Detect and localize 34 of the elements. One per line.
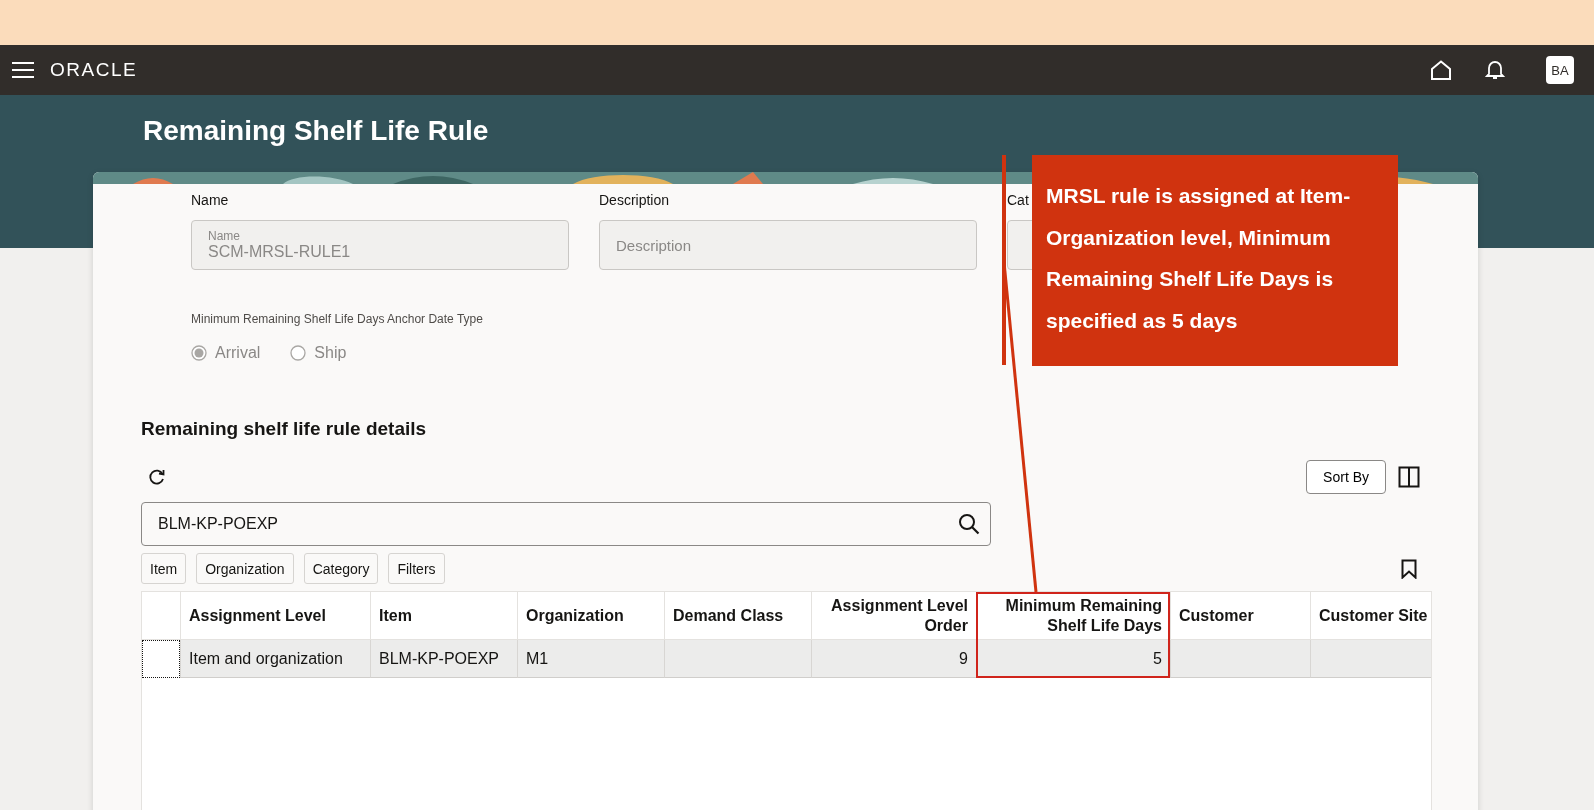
table-cell: 9 xyxy=(811,640,976,678)
filter-chip[interactable]: Filters xyxy=(388,553,445,584)
column-header[interactable]: Customer xyxy=(1170,592,1310,640)
filter-chip[interactable]: Category xyxy=(303,553,379,584)
oracle-logo[interactable]: ORACLE xyxy=(50,59,138,81)
field-label: Name xyxy=(191,192,230,208)
column-header[interactable]: Assignment Level Order xyxy=(811,592,976,640)
table-cell: BLM-KP-POEXP xyxy=(370,640,517,678)
table-cell: Item and organization xyxy=(180,640,370,678)
bookmark-icon[interactable] xyxy=(1401,558,1417,579)
column-header[interactable]: Item xyxy=(370,592,517,640)
table-cell: M1 xyxy=(517,640,664,678)
section-title: Remaining shelf life rule details xyxy=(141,418,428,440)
radio-group-label: Minimum Remaining Shelf Life Days Anchor Date Type xyxy=(191,312,483,326)
refresh-icon[interactable] xyxy=(148,468,166,486)
notification-bell-icon[interactable] xyxy=(1484,59,1506,81)
row-selector[interactable] xyxy=(142,640,180,678)
user-avatar[interactable]: BA xyxy=(1546,56,1574,84)
search-icon[interactable] xyxy=(958,513,980,535)
annotation-tooltip: MRSL rule is assigned at Item-Organization level, Minimum Remaining Shelf Life Days is specified as 5 days xyxy=(1032,155,1398,366)
field-label: Description xyxy=(599,192,671,208)
table-cell: 5 xyxy=(976,640,1170,678)
sort-by-button[interactable]: Sort By xyxy=(1306,460,1386,494)
filter-chip[interactable]: Item xyxy=(141,553,187,584)
filter-chip[interactable]: Organization xyxy=(196,553,294,584)
menu-icon[interactable] xyxy=(12,62,34,78)
column-header[interactable]: Organization xyxy=(517,592,664,640)
columns-icon[interactable] xyxy=(1398,466,1420,488)
home-icon[interactable] xyxy=(1430,60,1452,80)
column-header[interactable]: Assignment Level xyxy=(180,592,370,640)
column-header[interactable]: Demand Class xyxy=(664,592,811,640)
search-field[interactable]: BLM-KP-POEXP xyxy=(141,502,991,546)
page-title: Remaining Shelf Life Rule xyxy=(143,115,490,147)
column-header[interactable]: Customer Site xyxy=(1310,592,1431,640)
